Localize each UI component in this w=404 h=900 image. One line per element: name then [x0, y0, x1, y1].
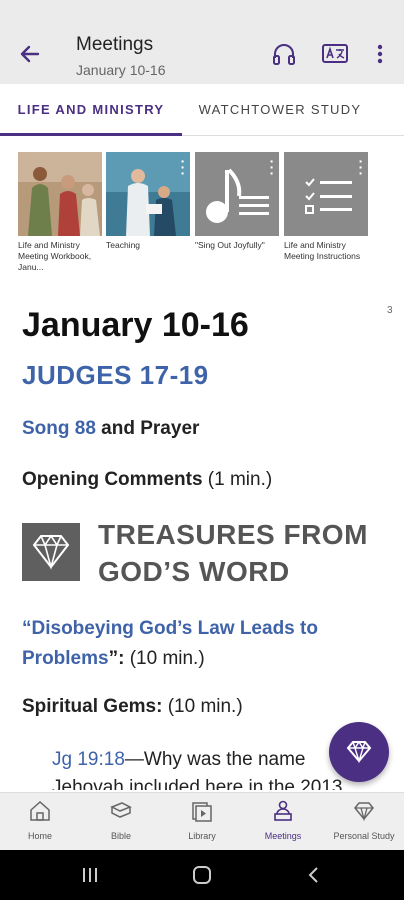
- personal-study-icon: [354, 802, 374, 822]
- opening-line: Opening Comments (1 min.): [22, 469, 272, 491]
- tab-watchtower-study[interactable]: WATCHTOWER STUDY: [182, 84, 378, 136]
- nav-label: Personal Study: [333, 831, 395, 841]
- gems-line: Spiritual Gems: (10 min.): [22, 696, 243, 718]
- checklist-icon: · · ·: [284, 152, 368, 236]
- media-item-instructions[interactable]: · · · Life and Ministry Meeting Instructio…: [284, 152, 368, 262]
- more-options-icon[interactable]: · · ·: [358, 154, 364, 180]
- home-button-icon[interactable]: [192, 865, 212, 885]
- gems-duration: (10 min.): [162, 696, 243, 717]
- meetings-icon: [274, 800, 292, 821]
- talk-close-quote: ”:: [108, 648, 125, 669]
- tab-life-and-ministry[interactable]: LIFE AND MINISTRY: [0, 84, 182, 136]
- recent-apps-icon[interactable]: [80, 866, 100, 884]
- system-navigation-bar: [0, 850, 404, 900]
- bible-icon: [110, 802, 132, 818]
- workbook-image: [18, 152, 102, 236]
- diamond-icon: [22, 523, 80, 581]
- nav-bible[interactable]: Bible: [81, 793, 161, 851]
- page-number: 3: [387, 305, 393, 316]
- page-title: Meetings: [76, 34, 154, 55]
- media-item-workbook[interactable]: Life and Ministry Meeting Workbook, Janu…: [18, 152, 102, 273]
- talk-duration: (10 min.): [124, 648, 205, 669]
- nav-home[interactable]: Home: [0, 793, 80, 851]
- media-item-teaching[interactable]: · · · Teaching: [106, 152, 190, 251]
- page-subtitle: January 10-16: [76, 62, 166, 78]
- gem-fab-button[interactable]: [329, 722, 389, 782]
- back-arrow-icon[interactable]: [14, 38, 46, 70]
- nav-library[interactable]: Library: [162, 793, 242, 851]
- app-bar: Meetings January 10-16: [0, 0, 404, 84]
- song-link[interactable]: Song 88: [22, 418, 96, 439]
- nav-label: Home: [27, 831, 52, 841]
- nav-meetings[interactable]: Meetings: [243, 793, 323, 851]
- teaching-image: · · ·: [106, 152, 190, 236]
- tab-bar: LIFE AND MINISTRY WATCHTOWER STUDY: [0, 84, 404, 136]
- headphones-icon[interactable]: [270, 40, 298, 68]
- media-caption: Life and Ministry Meeting Workbook, Janu…: [18, 240, 92, 272]
- system-back-icon[interactable]: [306, 866, 322, 884]
- media-item-song[interactable]: · · · "Sing Out Joyfully": [195, 152, 279, 251]
- song-line: Song 88 and Prayer: [22, 418, 199, 440]
- bible-reading-link[interactable]: JUDGES 17-19: [22, 360, 209, 391]
- diamond-icon: [346, 740, 372, 764]
- section-heading: TREASURES FROM GOD’S WORD: [98, 516, 368, 590]
- media-caption: Life and Ministry Meeting Instructions: [284, 240, 361, 261]
- nav-label: Bible: [110, 831, 131, 841]
- week-heading: January 10-16: [22, 306, 249, 344]
- opening-label: Opening Comments: [22, 469, 203, 490]
- language-icon[interactable]: [321, 40, 349, 68]
- library-icon: [192, 802, 212, 822]
- more-options-icon[interactable]: [366, 40, 394, 68]
- song-rest: and Prayer: [95, 418, 200, 439]
- talk-line: “Disobeying God’s Law Leads to Problems”…: [22, 614, 382, 674]
- section-heading-line-1: TREASURES FROM: [98, 519, 368, 550]
- media-caption: "Sing Out Joyfully": [195, 240, 265, 250]
- nav-label: Library: [188, 831, 216, 841]
- nav-label: Meetings: [264, 831, 302, 841]
- scripture-link[interactable]: Jg 19:18: [52, 749, 125, 770]
- nav-personal-study[interactable]: Personal Study: [324, 793, 404, 851]
- bottom-navigation: Home Bible Library Meetings Personal Stu…: [0, 792, 404, 850]
- section-heading-line-2: GOD’S WORD: [98, 556, 290, 587]
- music-note-icon: · · ·: [195, 152, 279, 236]
- home-icon: [30, 800, 50, 821]
- more-options-icon[interactable]: · · ·: [269, 154, 275, 180]
- gems-label: Spiritual Gems:: [22, 696, 163, 717]
- more-options-icon[interactable]: · · ·: [180, 154, 186, 180]
- talk-open-quote: “: [22, 618, 32, 639]
- opening-duration: (1 min.): [202, 469, 273, 490]
- media-caption: Teaching: [106, 240, 141, 250]
